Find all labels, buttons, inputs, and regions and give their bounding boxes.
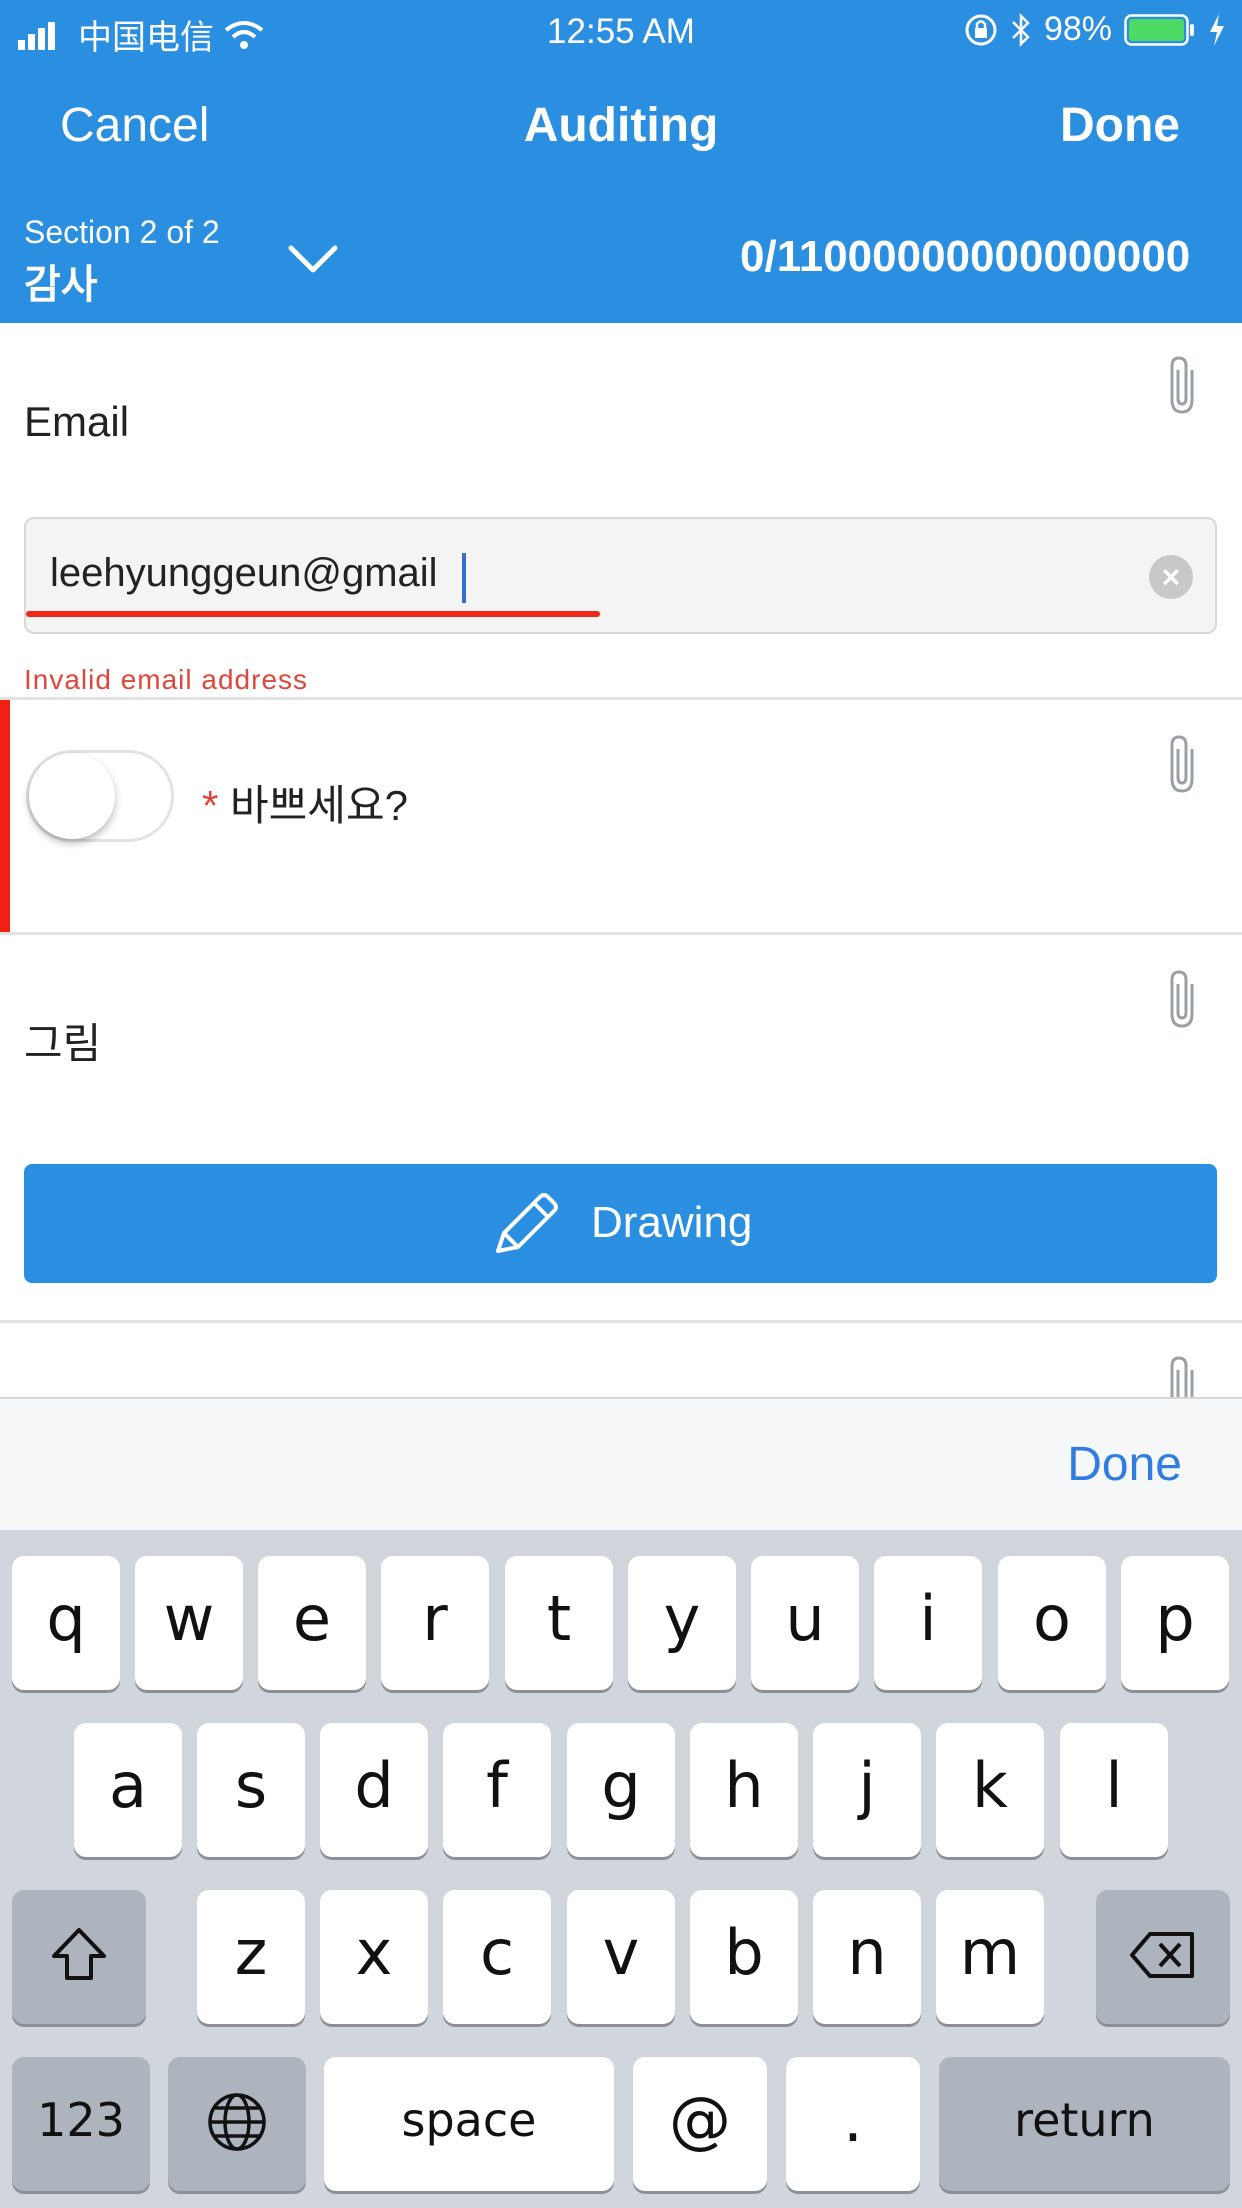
key-h[interactable]: h: [690, 1723, 798, 1857]
attachment-icon[interactable]: [1164, 354, 1200, 416]
email-input-value: leehyunggeun@gmail: [50, 551, 438, 595]
key-w[interactable]: w: [135, 1556, 243, 1690]
key-r[interactable]: r: [381, 1556, 489, 1690]
required-indicator: [0, 700, 10, 932]
key-g[interactable]: g: [567, 1723, 675, 1857]
key-e[interactable]: e: [258, 1556, 366, 1690]
period-key[interactable]: .: [786, 2057, 920, 2191]
key-l[interactable]: l: [1060, 1723, 1168, 1857]
attachment-icon[interactable]: [1164, 733, 1200, 795]
battery-icon: [1124, 13, 1194, 46]
key-q[interactable]: q: [12, 1556, 120, 1690]
backspace-icon: [1130, 1932, 1194, 1978]
busy-question: * 바쁘세요?: [202, 772, 408, 833]
drawing-label: 그림: [24, 1020, 102, 1067]
return-key[interactable]: return: [939, 2057, 1230, 2191]
key-p[interactable]: p: [1121, 1556, 1229, 1690]
clear-icon[interactable]: ×: [1149, 555, 1193, 599]
toggle-knob: [29, 753, 115, 839]
numbers-key[interactable]: 123: [12, 2057, 150, 2191]
keyboard-done-button[interactable]: Done: [1067, 1437, 1182, 1492]
email-error: Invalid email address: [24, 664, 309, 695]
key-d[interactable]: d: [320, 1723, 428, 1857]
key-c[interactable]: c: [443, 1890, 551, 2024]
globe-key[interactable]: [168, 2057, 306, 2191]
attachment-icon[interactable]: [1164, 1354, 1200, 1398]
shift-icon: [52, 1928, 106, 1980]
text-cursor: [462, 553, 466, 603]
at-key[interactable]: @: [633, 2057, 767, 2191]
status-bar: 中国电信 12:55 AM 98%: [0, 0, 1242, 60]
key-u[interactable]: u: [751, 1556, 859, 1690]
battery-percent: 98%: [1043, 10, 1112, 48]
section-name: 감사: [24, 263, 98, 307]
progress-counter: 0/11000000000000000: [740, 232, 1191, 281]
keyboard-toolbar: Done: [0, 1397, 1242, 1532]
key-i[interactable]: i: [874, 1556, 982, 1690]
section-label: Section 2 of 2: [24, 214, 220, 250]
divider: [0, 697, 1242, 700]
pencil-icon: [496, 1193, 558, 1253]
key-t[interactable]: t: [505, 1556, 613, 1690]
header-bar: 中国电信 12:55 AM 98% Cancel Auditing Done S…: [0, 0, 1242, 323]
email-field[interactable]: leehyunggeun@gmail ×: [24, 517, 1217, 634]
key-y[interactable]: y: [628, 1556, 736, 1690]
globe-icon: [208, 2093, 266, 2151]
divider: [0, 1320, 1242, 1323]
required-mark: *: [202, 782, 219, 829]
email-label: Email: [24, 398, 130, 445]
shift-key[interactable]: [12, 1890, 146, 2024]
key-k[interactable]: k: [936, 1723, 1044, 1857]
error-underline: [26, 611, 600, 617]
drawing-button[interactable]: Drawing: [24, 1164, 1217, 1283]
charging-icon: [1210, 13, 1224, 46]
key-v[interactable]: v: [567, 1890, 675, 2024]
chevron-down-icon[interactable]: [288, 244, 338, 274]
busy-label: 바쁘세요?: [230, 782, 408, 829]
drawing-button-label: Drawing: [591, 1198, 753, 1247]
key-m[interactable]: m: [936, 1890, 1044, 2024]
cancel-button[interactable]: Cancel: [60, 98, 209, 153]
key-b[interactable]: b: [690, 1890, 798, 2024]
attachment-icon[interactable]: [1164, 968, 1200, 1030]
key-z[interactable]: z: [197, 1890, 305, 2024]
done-button[interactable]: Done: [1060, 98, 1180, 153]
status-right: 98%: [964, 10, 1226, 49]
busy-toggle[interactable]: [26, 750, 174, 842]
key-x[interactable]: x: [320, 1890, 428, 2024]
delete-key[interactable]: [1096, 1890, 1230, 2024]
space-key[interactable]: space: [324, 2057, 614, 2191]
key-o[interactable]: o: [998, 1556, 1106, 1690]
key-s[interactable]: s: [197, 1723, 305, 1857]
keyboard: q w e r t y u i o p a s d f g h j k l z …: [0, 1530, 1242, 2208]
key-f[interactable]: f: [443, 1723, 551, 1857]
bluetooth-icon: [1012, 12, 1030, 47]
key-n[interactable]: n: [813, 1890, 921, 2024]
divider: [0, 932, 1242, 935]
key-a[interactable]: a: [74, 1723, 182, 1857]
rotation-lock-icon: [965, 14, 997, 45]
key-j[interactable]: j: [813, 1723, 921, 1857]
